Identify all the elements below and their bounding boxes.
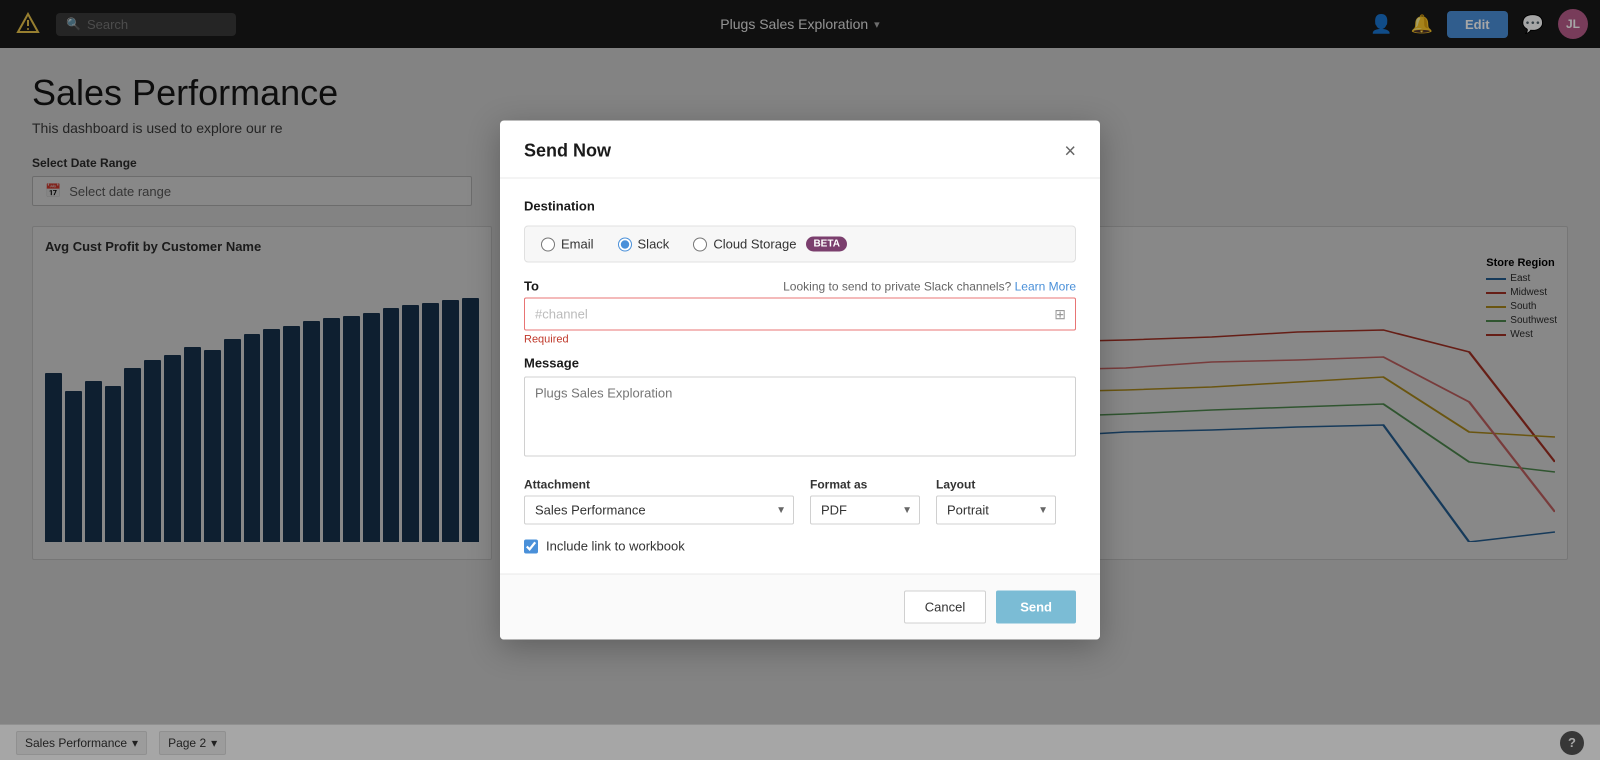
attachment-select[interactable]: Sales Performance Page 1 Page 2 xyxy=(524,496,794,525)
channel-input[interactable] xyxy=(524,298,1076,331)
slack-label: Slack xyxy=(638,237,670,252)
beta-badge: BETA xyxy=(806,237,846,252)
send-button[interactable]: Send xyxy=(996,591,1076,624)
destination-label: Destination xyxy=(524,199,1076,214)
layout-select[interactable]: Portrait Landscape xyxy=(936,496,1056,525)
destination-slack[interactable]: Slack xyxy=(618,237,670,252)
message-textarea[interactable] xyxy=(524,377,1076,457)
format-label: Format as xyxy=(810,478,920,492)
grid-icon: ⊞ xyxy=(1054,306,1066,323)
message-label: Message xyxy=(524,356,1076,371)
attachment-select-wrap: Sales Performance Page 1 Page 2 ▼ xyxy=(524,496,794,525)
layout-select-wrap: Portrait Landscape ▼ xyxy=(936,496,1056,525)
modal-header: Send Now × xyxy=(500,121,1100,179)
modal-footer: Cancel Send xyxy=(500,574,1100,640)
layout-label: Layout xyxy=(936,478,1056,492)
required-text: Required xyxy=(524,334,1076,346)
email-label: Email xyxy=(561,237,594,252)
format-select[interactable]: PDF PNG CSV xyxy=(810,496,920,525)
include-link-label[interactable]: Include link to workbook xyxy=(546,539,685,554)
attachment-row: Attachment Sales Performance Page 1 Page… xyxy=(524,478,1076,525)
email-radio[interactable] xyxy=(541,237,555,251)
modal-close-button[interactable]: × xyxy=(1064,141,1076,161)
include-link-row: Include link to workbook xyxy=(524,539,1076,554)
destination-email[interactable]: Email xyxy=(541,237,594,252)
to-row: To Looking to send to private Slack chan… xyxy=(524,279,1076,294)
channel-input-wrap: ⊞ xyxy=(524,298,1076,331)
cloud-storage-label: Cloud Storage xyxy=(713,237,796,252)
modal-body: Destination Email Slack Cloud Storage BE… xyxy=(500,179,1100,574)
to-help: Looking to send to private Slack channel… xyxy=(783,279,1076,293)
layout-field: Layout Portrait Landscape ▼ xyxy=(936,478,1056,525)
to-label: To xyxy=(524,279,539,294)
cancel-button[interactable]: Cancel xyxy=(904,591,986,624)
slack-radio[interactable] xyxy=(618,237,632,251)
learn-more-link[interactable]: Learn More xyxy=(1015,279,1076,293)
attachment-label: Attachment xyxy=(524,478,794,492)
destination-options: Email Slack Cloud Storage BETA xyxy=(524,226,1076,263)
include-link-checkbox[interactable] xyxy=(524,539,538,553)
destination-cloud-storage[interactable]: Cloud Storage BETA xyxy=(693,237,847,252)
modal-title: Send Now xyxy=(524,141,611,162)
format-select-wrap: PDF PNG CSV ▼ xyxy=(810,496,920,525)
attachment-field: Attachment Sales Performance Page 1 Page… xyxy=(524,478,794,525)
format-field: Format as PDF PNG CSV ▼ xyxy=(810,478,920,525)
cloud-storage-radio[interactable] xyxy=(693,237,707,251)
send-now-modal: Send Now × Destination Email Slack Cloud… xyxy=(500,121,1100,640)
